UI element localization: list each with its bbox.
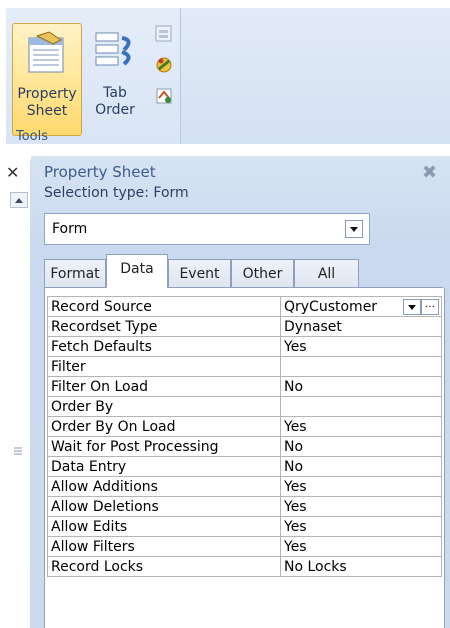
property-value-text: Yes	[284, 538, 307, 555]
property-value-text: Yes	[284, 518, 307, 535]
property-row[interactable]: Record Source QryCustomer …	[47, 296, 442, 317]
property-value-text: Yes	[284, 498, 307, 515]
property-value-text: Yes	[284, 478, 307, 495]
property-row[interactable]: Data Entry No	[47, 456, 442, 477]
property-value[interactable]: Dynaset	[280, 316, 442, 337]
property-label: Allow Additions	[47, 476, 281, 497]
property-label: Data Entry	[47, 456, 281, 477]
property-value[interactable]: No	[280, 456, 442, 477]
property-sheet-label-line1: Property	[17, 86, 77, 102]
tools-group: Property Sheet Tab Order Tools	[6, 8, 181, 144]
tab-order-icon	[95, 32, 131, 66]
property-value-text: No Locks	[284, 558, 347, 575]
property-row[interactable]: Fetch Defaults Yes	[47, 336, 442, 357]
selection-combo-value: Form	[52, 221, 88, 237]
panel-close-icon[interactable]: ✖	[422, 162, 437, 183]
tab-order-label-line2: Order	[95, 102, 135, 118]
property-value[interactable]: QryCustomer …	[280, 296, 442, 317]
property-label: Recordset Type	[47, 316, 281, 337]
tab-format[interactable]: Format	[44, 259, 106, 287]
property-value-text: Dynaset	[284, 318, 342, 335]
property-label: Filter On Load	[47, 376, 281, 397]
property-row[interactable]: Order By	[47, 396, 442, 417]
chevron-down-icon	[408, 305, 416, 310]
property-row[interactable]: Filter	[47, 356, 442, 377]
property-value-text: Yes	[284, 338, 307, 355]
combo-dropdown-button[interactable]	[345, 220, 363, 238]
panel-title: Property Sheet	[44, 163, 156, 181]
property-label: Record Source	[47, 296, 281, 317]
property-value[interactable]: Yes	[280, 496, 442, 517]
record-source-dropdown-button[interactable]	[403, 299, 421, 315]
tab-order-button[interactable]: Tab Order	[90, 26, 140, 128]
property-label: Order By On Load	[47, 416, 281, 437]
property-sheet-icon	[28, 31, 64, 73]
tab-order-label-line1: Tab	[103, 85, 127, 101]
tab-all[interactable]: All	[294, 259, 359, 287]
property-grid: Record Source QryCustomer… Recordset Type D…	[47, 296, 442, 577]
property-label: Filter	[47, 356, 281, 377]
tab-data[interactable]: Data	[106, 254, 168, 288]
property-row[interactable]: Allow Additions Yes	[47, 476, 442, 497]
scroll-up-button[interactable]	[10, 192, 28, 208]
tab-order-label: Tab Order	[90, 85, 140, 119]
property-row[interactable]: Order By On Load Yes	[47, 416, 442, 437]
property-label: Allow Deletions	[47, 496, 281, 517]
builder-ellipsis-icon[interactable]: …	[421, 299, 439, 315]
selection-combo[interactable]: Form	[44, 213, 370, 245]
property-row[interactable]: Allow Filters Yes	[47, 536, 442, 557]
property-value-text: QryCustomer	[284, 298, 378, 315]
code-icon[interactable]	[154, 55, 174, 75]
property-label: Allow Filters	[47, 536, 281, 557]
tools-group-label: Tools	[16, 129, 49, 144]
property-sheet-label: Property Sheet	[13, 86, 81, 120]
property-row[interactable]: Wait for Post Processing No	[47, 436, 442, 457]
property-value[interactable]: No	[280, 436, 442, 457]
property-value-text: No	[284, 378, 304, 395]
property-sheet-label-line2: Sheet	[26, 103, 68, 119]
property-row[interactable]: Allow Deletions Yes	[47, 496, 442, 517]
tab-event[interactable]: Event	[168, 259, 231, 287]
property-value[interactable]: Yes	[280, 516, 442, 537]
close-icon[interactable]: ✕	[6, 163, 19, 182]
property-row[interactable]: Recordset Type Dynaset	[47, 316, 442, 337]
property-sheet-button[interactable]: Property Sheet	[12, 23, 82, 136]
arrow-up-icon	[15, 198, 23, 203]
property-label: Order By	[47, 396, 281, 417]
resize-grip-icon[interactable]	[12, 442, 24, 462]
subform-icon[interactable]	[154, 24, 174, 44]
navigation-gutter	[0, 160, 31, 628]
property-label: Fetch Defaults	[47, 336, 281, 357]
property-value[interactable]	[280, 356, 442, 377]
property-value[interactable]: No	[280, 376, 442, 397]
property-value[interactable]: Yes	[280, 336, 442, 357]
property-value-text: No	[284, 458, 304, 475]
property-value[interactable]: Yes	[280, 416, 442, 437]
property-value-text: No	[284, 438, 304, 455]
tab-other[interactable]: Other	[231, 259, 294, 287]
property-row[interactable]: Record Locks No Locks	[47, 556, 442, 577]
property-value[interactable]: Yes	[280, 476, 442, 497]
property-value-text: Yes	[284, 418, 307, 435]
selection-type-label: Selection type: Form	[44, 185, 189, 201]
ribbon: Property Sheet Tab Order Tools	[0, 0, 450, 146]
property-label: Allow Edits	[47, 516, 281, 537]
property-value[interactable]: Yes	[280, 536, 442, 557]
chevron-down-icon	[350, 227, 358, 232]
property-value[interactable]: No Locks	[280, 556, 442, 577]
property-row[interactable]: Allow Edits Yes	[47, 516, 442, 537]
convert-macros-icon[interactable]	[154, 86, 174, 106]
property-label: Record Locks	[47, 556, 281, 577]
property-value[interactable]	[280, 396, 442, 417]
property-label: Wait for Post Processing	[47, 436, 281, 457]
property-row[interactable]: Filter On Load No	[47, 376, 442, 397]
